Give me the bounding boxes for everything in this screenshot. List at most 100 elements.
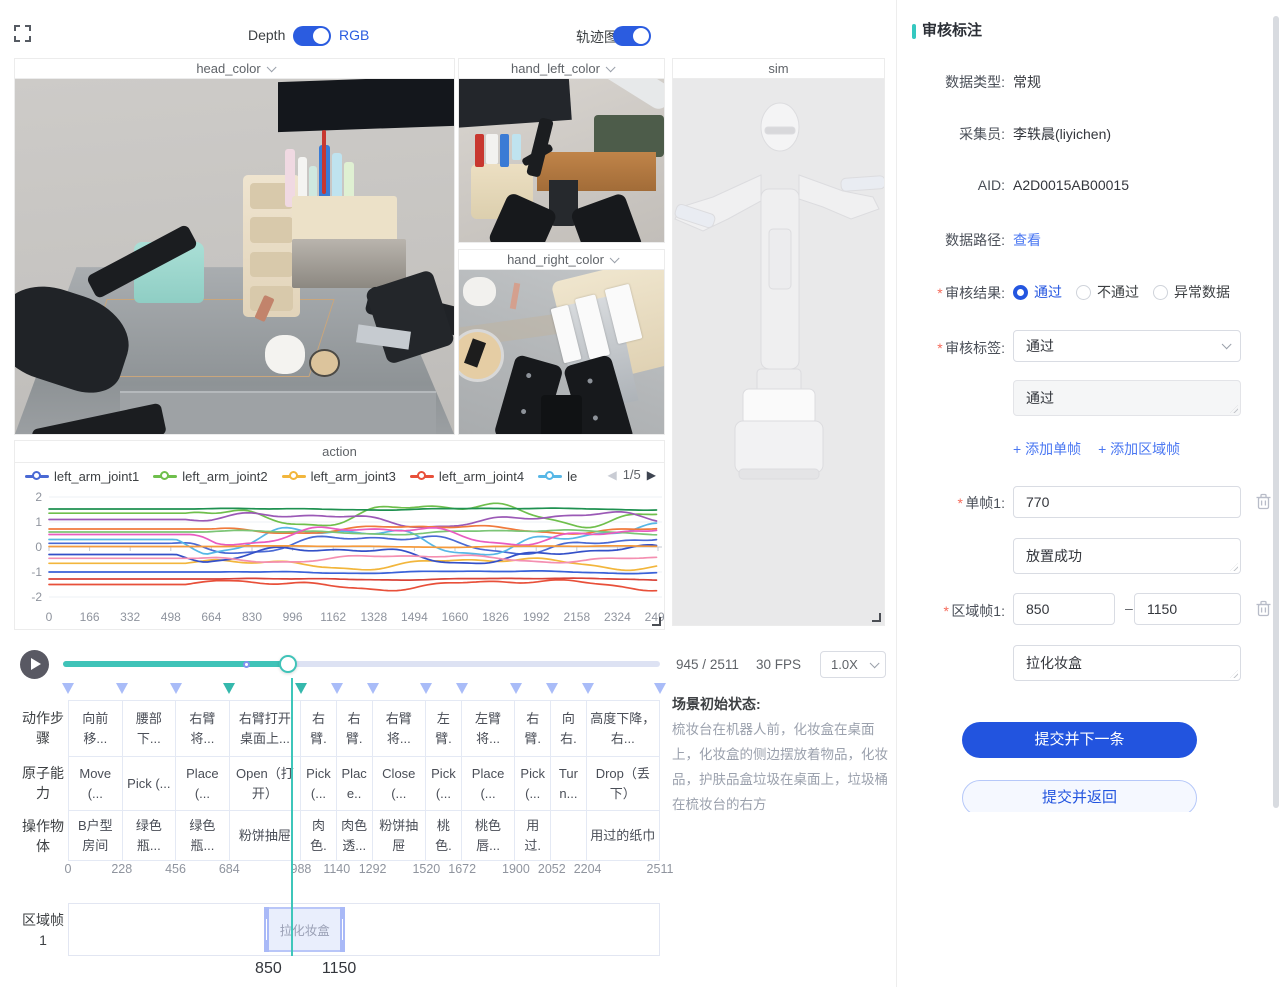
step-cell[interactable]: 右臂将... xyxy=(176,701,230,756)
segment-marker-icon[interactable] xyxy=(456,683,468,694)
timeline-tick: 456 xyxy=(165,862,186,876)
radio-option[interactable]: 异常数据 xyxy=(1153,282,1230,302)
atomic-cell[interactable]: Pick (... xyxy=(515,757,551,810)
radio-option[interactable]: 通过 xyxy=(1013,282,1062,302)
delete-region-frame-icon[interactable] xyxy=(1256,600,1271,617)
head-color-select[interactable]: head_color xyxy=(15,59,454,79)
object-cell[interactable]: 粉饼抽屉 xyxy=(373,811,427,860)
data-path-link[interactable]: 查看 xyxy=(1013,230,1041,250)
sim-viewport[interactable] xyxy=(673,79,884,625)
submit-return-button[interactable]: 提交并返回 xyxy=(962,780,1197,816)
resize-grip-icon[interactable] xyxy=(1230,563,1238,571)
playback-speed-select[interactable]: 1.0X xyxy=(820,651,886,678)
delete-single-frame-icon[interactable] xyxy=(1256,493,1271,510)
step-cell[interactable]: 向前移... xyxy=(69,701,123,756)
resize-grip-icon[interactable] xyxy=(1230,405,1238,413)
submit-next-button[interactable]: 提交并下一条 xyxy=(962,722,1197,758)
region-frame-track[interactable]: 拉化妆盒 xyxy=(68,903,660,956)
legend-next-icon[interactable]: ▶ xyxy=(647,468,656,482)
playhead-line[interactable] xyxy=(291,678,293,956)
single-frame-note[interactable]: 放置成功 xyxy=(1013,538,1241,574)
chevron-down-icon xyxy=(610,253,620,263)
segment-marker-icon[interactable] xyxy=(331,683,343,694)
trajectory-toggle[interactable] xyxy=(613,26,651,46)
hand-right-color-select[interactable]: hand_right_color xyxy=(459,250,664,270)
step-cell[interactable]: 腰部下... xyxy=(123,701,177,756)
timeline-slider[interactable] xyxy=(63,655,660,673)
object-cell[interactable]: 桃色. xyxy=(426,811,462,860)
step-cell[interactable]: 右臂. xyxy=(515,701,551,756)
radio-option[interactable]: 不通过 xyxy=(1076,282,1139,302)
legend-item[interactable]: left_arm_joint1 xyxy=(25,469,139,484)
atomic-cell[interactable]: Pick (... xyxy=(426,757,462,810)
legend-item[interactable]: left_arm_joint2 xyxy=(153,469,267,484)
timeline-tick: 2511 xyxy=(647,862,674,876)
object-cell[interactable]: B户型房间 xyxy=(69,811,123,860)
resize-grip-icon[interactable] xyxy=(1230,670,1238,678)
play-button[interactable] xyxy=(20,650,49,679)
legend-item[interactable]: le xyxy=(538,469,577,484)
step-cell[interactable]: 左臂将... xyxy=(462,701,516,756)
hand-left-color-select[interactable]: hand_left_color xyxy=(459,59,664,79)
step-cell[interactable]: 左臂. xyxy=(426,701,462,756)
review-tag-note[interactable]: 通过 xyxy=(1013,380,1241,416)
object-cell[interactable]: 桃色唇... xyxy=(462,811,516,860)
region-start-input[interactable]: 850 xyxy=(1013,593,1115,625)
step-cell[interactable]: 高度下降，右... xyxy=(587,701,659,756)
step-cell[interactable]: 右臂. xyxy=(337,701,373,756)
segment-marker-icon[interactable] xyxy=(62,683,74,694)
timeline-tick: 2052 xyxy=(538,862,566,876)
radio-icon xyxy=(1013,285,1028,300)
segment-marker-icon[interactable] xyxy=(420,683,432,694)
object-cell[interactable]: 肉色透... xyxy=(337,811,373,860)
atomic-cell[interactable]: Pick (... xyxy=(123,757,177,810)
legend-prev-icon[interactable]: ◀ xyxy=(607,468,616,482)
resize-handle-icon[interactable] xyxy=(872,613,881,622)
segment-marker-icon[interactable] xyxy=(223,683,235,694)
segment-marker-icon[interactable] xyxy=(116,683,128,694)
segment-marker-icon[interactable] xyxy=(546,683,558,694)
atomic-cell[interactable]: Place (... xyxy=(176,757,230,810)
atomic-cell[interactable]: Close (... xyxy=(373,757,427,810)
chevron-down-icon xyxy=(870,658,880,668)
object-cell[interactable]: 绿色瓶... xyxy=(176,811,230,860)
object-cell[interactable]: 用过的纸巾 xyxy=(587,811,659,860)
legend-item[interactable]: left_arm_joint4 xyxy=(410,469,524,484)
atomic-cell[interactable]: Turn... xyxy=(551,757,587,810)
single-frame-input[interactable]: 770 xyxy=(1013,486,1241,518)
segment-marker-icon[interactable] xyxy=(654,683,666,694)
segment-marker-icon[interactable] xyxy=(170,683,182,694)
atomic-cell[interactable]: Place (... xyxy=(462,757,516,810)
legend-item[interactable]: left_arm_joint3 xyxy=(282,469,396,484)
segment-marker-icon[interactable] xyxy=(367,683,379,694)
atomic-cell[interactable]: Pick (... xyxy=(301,757,337,810)
add-single-frame-link[interactable]: + 添加单帧 xyxy=(1013,439,1081,459)
panel-scrollbar[interactable] xyxy=(1273,16,1279,808)
segment-marker-icon[interactable] xyxy=(295,683,307,694)
atomic-cell[interactable]: Place.. xyxy=(337,757,373,810)
step-cell[interactable]: 右臂. xyxy=(301,701,337,756)
segment-marker-icon[interactable] xyxy=(510,683,522,694)
slider-handle[interactable] xyxy=(279,655,297,673)
depth-rgb-toggle[interactable] xyxy=(293,26,331,46)
object-cell[interactable]: 用过. xyxy=(515,811,551,860)
region-handle-right[interactable] xyxy=(340,907,345,952)
legend-label: left_arm_joint1 xyxy=(54,469,139,484)
region-band[interactable]: 拉化妆盒 xyxy=(269,907,340,952)
legend-marker-icon xyxy=(153,471,177,481)
region-frame-note[interactable]: 拉化妆盒 xyxy=(1013,645,1241,681)
region-handle-left[interactable] xyxy=(264,907,269,952)
section-accent-bar xyxy=(912,24,916,39)
object-cell[interactable]: 绿色瓶... xyxy=(123,811,177,860)
segment-marker-icon[interactable] xyxy=(582,683,594,694)
atomic-cell[interactable]: Drop（丢下） xyxy=(587,757,659,810)
add-region-frame-link[interactable]: + 添加区域帧 xyxy=(1098,439,1180,459)
atomic-cell[interactable]: Move (... xyxy=(69,757,123,810)
review-tag-select[interactable]: 通过 xyxy=(1013,330,1241,362)
resize-handle-icon[interactable] xyxy=(652,617,661,626)
object-cell[interactable]: 肉色. xyxy=(301,811,337,860)
step-cell[interactable]: 向右. xyxy=(551,701,587,756)
object-cell[interactable] xyxy=(551,811,587,860)
step-cell[interactable]: 右臂将... xyxy=(373,701,427,756)
region-end-input[interactable]: 1150 xyxy=(1134,593,1241,625)
